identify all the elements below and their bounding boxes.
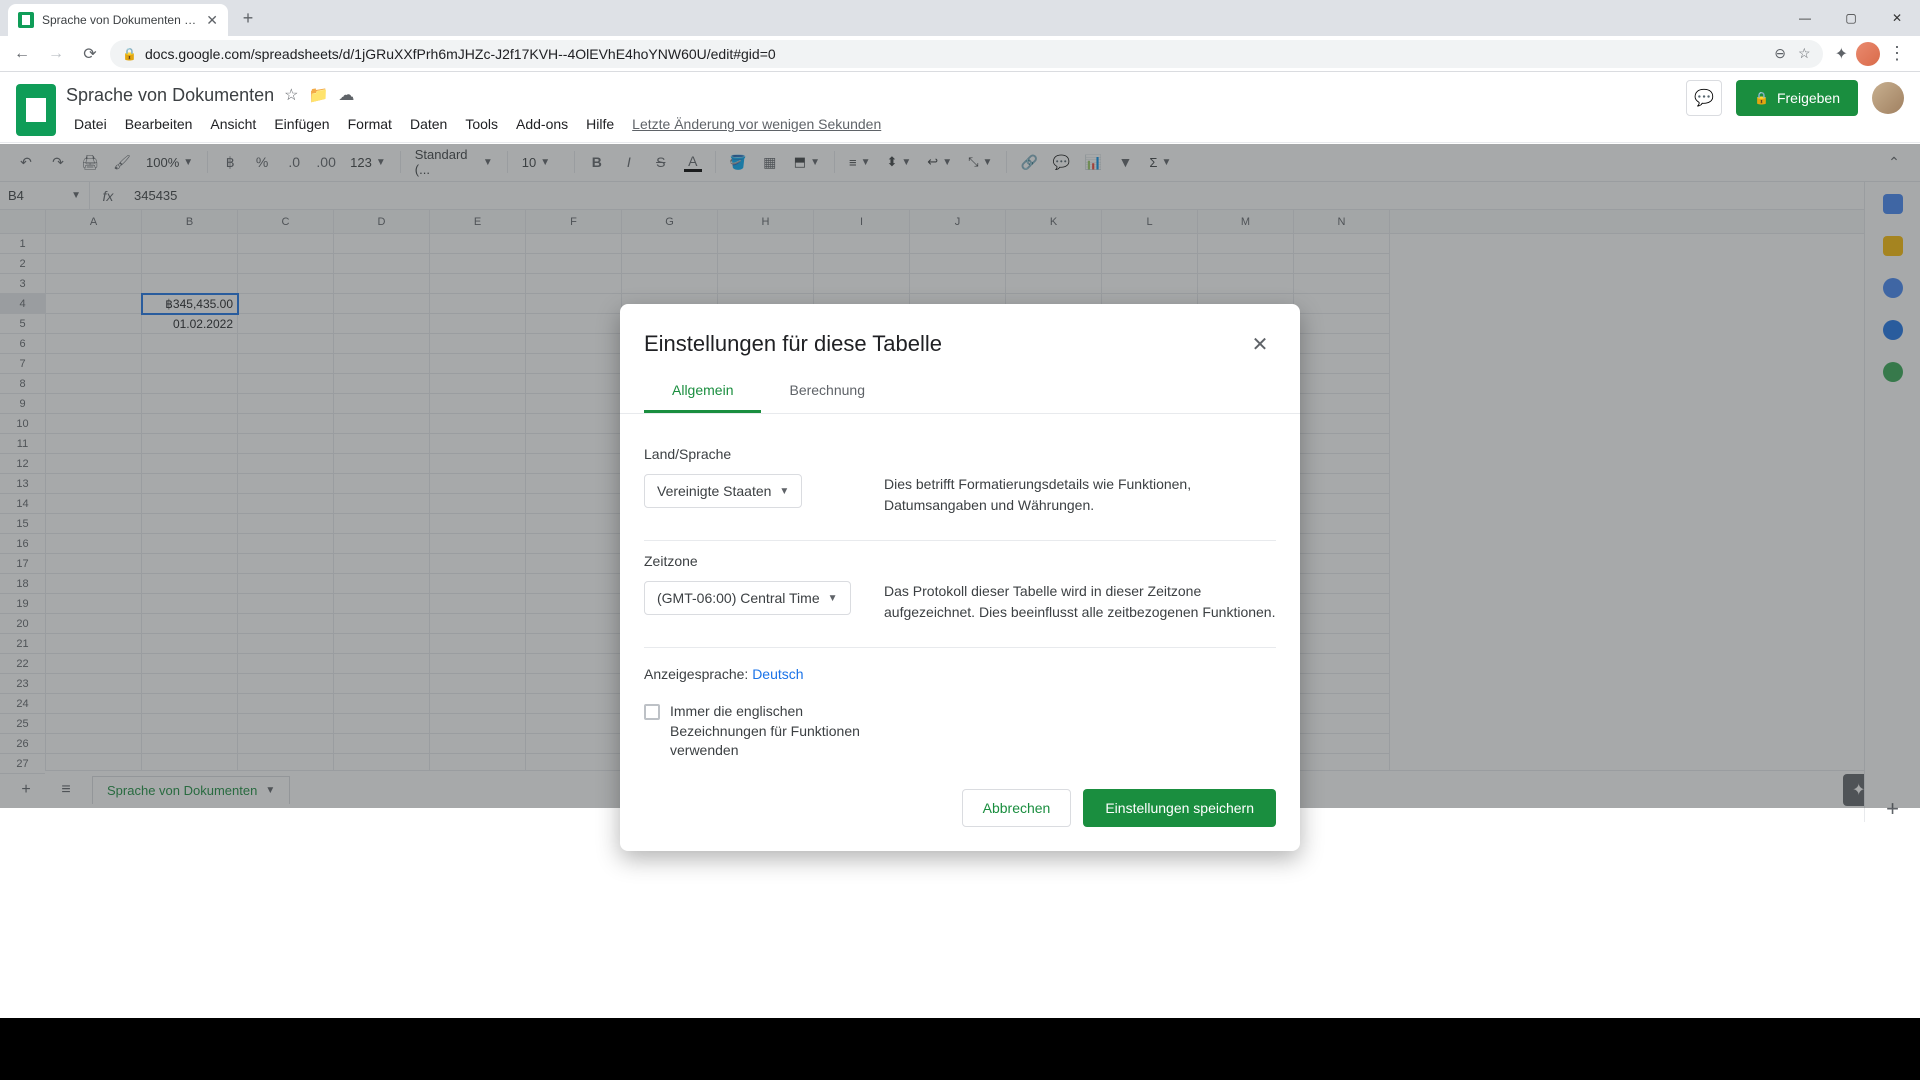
timezone-description: Das Protokoll dieser Tabelle wird in die… [884, 553, 1276, 623]
reload-button[interactable]: ⟳ [76, 40, 104, 68]
cancel-button[interactable]: Abbrechen [962, 789, 1072, 827]
profile-avatar[interactable] [1856, 42, 1880, 66]
browser-toolbar: ← → ⟳ 🔒 docs.google.com/spreadsheets/d/1… [0, 36, 1920, 72]
move-icon[interactable]: 📁 [308, 85, 328, 105]
window-controls: — ▢ ✕ [1782, 2, 1920, 34]
lock-icon: 🔒 [1754, 91, 1769, 105]
menubar: Datei Bearbeiten Ansicht Einfügen Format… [66, 110, 1676, 138]
share-label: Freigeben [1777, 90, 1840, 106]
extensions-icon[interactable]: ✦ [1835, 44, 1848, 64]
timezone-select[interactable]: (GMT-06:00) Central Time▼ [644, 581, 851, 615]
menu-hilfe[interactable]: Hilfe [578, 112, 622, 136]
modal-overlay: Einstellungen für diese Tabelle ✕ Allgem… [0, 144, 1920, 808]
comments-button[interactable]: 💬 [1686, 80, 1722, 116]
browser-tab-strip: Sprache von Dokumenten - Goo ✕ + — ▢ ✕ [0, 0, 1920, 36]
dialog-close-button[interactable]: ✕ [1244, 328, 1276, 360]
settings-dialog: Einstellungen für diese Tabelle ✕ Allgem… [620, 304, 1300, 851]
account-avatar[interactable] [1872, 82, 1904, 114]
close-window-button[interactable]: ✕ [1874, 2, 1920, 34]
bookmark-icon[interactable]: ☆ [1798, 45, 1811, 62]
menu-ansicht[interactable]: Ansicht [202, 112, 264, 136]
forward-button[interactable]: → [42, 40, 70, 68]
menu-addons[interactable]: Add-ons [508, 112, 576, 136]
menu-format[interactable]: Format [340, 112, 400, 136]
dialog-title: Einstellungen für diese Tabelle [644, 331, 1244, 357]
menu-bearbeiten[interactable]: Bearbeiten [117, 112, 201, 136]
locale-select[interactable]: Vereinigte Staaten▼ [644, 474, 802, 508]
tab-close-icon[interactable]: ✕ [206, 12, 218, 29]
new-tab-button[interactable]: + [234, 4, 262, 32]
display-language-link[interactable]: Deutsch [752, 666, 803, 682]
timezone-label: Zeitzone [644, 553, 854, 569]
url-text: docs.google.com/spreadsheets/d/1jGRuXXfP… [145, 46, 776, 62]
menu-daten[interactable]: Daten [402, 112, 455, 136]
menu-tools[interactable]: Tools [457, 112, 506, 136]
sheets-favicon [18, 12, 34, 28]
bottom-black-bar [0, 1018, 1920, 1080]
save-settings-button[interactable]: Einstellungen speichern [1083, 789, 1276, 827]
share-button[interactable]: 🔒 Freigeben [1736, 80, 1858, 116]
locale-label: Land/Sprache [644, 446, 854, 462]
tab-allgemein[interactable]: Allgemein [644, 370, 761, 413]
last-edit-link[interactable]: Letzte Änderung vor wenigen Sekunden [632, 116, 881, 132]
tab-title: Sprache von Dokumenten - Goo [42, 13, 198, 27]
browser-tab[interactable]: Sprache von Dokumenten - Goo ✕ [8, 4, 228, 36]
sheets-logo[interactable] [16, 84, 56, 136]
sheets-header: Sprache von Dokumenten ☆ 📁 ☁ Datei Bearb… [0, 72, 1920, 138]
document-title[interactable]: Sprache von Dokumenten [66, 85, 274, 106]
display-language: Anzeigesprache: Deutsch [644, 666, 804, 682]
maximize-button[interactable]: ▢ [1828, 2, 1874, 34]
tab-berechnung[interactable]: Berechnung [761, 370, 893, 413]
lock-icon: 🔒 [122, 47, 137, 61]
browser-menu-icon[interactable]: ⋮ [1888, 43, 1906, 64]
address-bar[interactable]: 🔒 docs.google.com/spreadsheets/d/1jGRuXX… [110, 40, 1823, 68]
menu-einfuegen[interactable]: Einfügen [266, 112, 337, 136]
zoom-icon[interactable]: ⊖ [1774, 45, 1786, 62]
back-button[interactable]: ← [8, 40, 36, 68]
star-icon[interactable]: ☆ [284, 85, 298, 105]
minimize-button[interactable]: — [1782, 2, 1828, 34]
menu-datei[interactable]: Datei [66, 112, 115, 136]
english-functions-label: Immer die englischen Bezeichnungen für F… [670, 702, 874, 761]
cloud-icon[interactable]: ☁ [338, 85, 354, 105]
english-functions-checkbox[interactable] [644, 704, 660, 720]
locale-description: Dies betrifft Formatierungsdetails wie F… [884, 446, 1276, 516]
